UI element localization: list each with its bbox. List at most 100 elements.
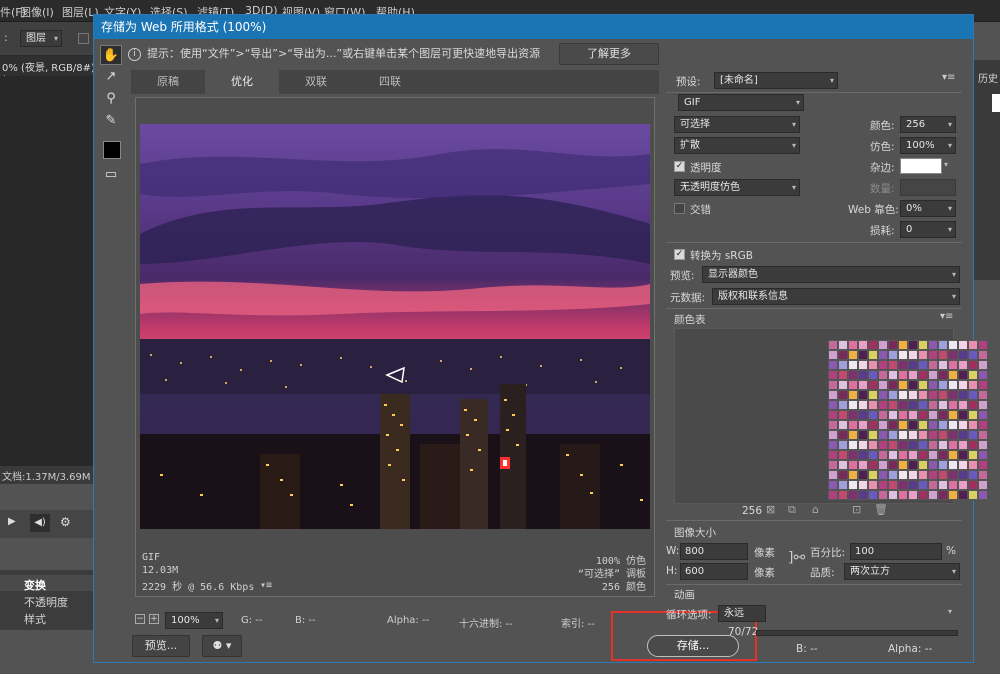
color-swatch[interactable] <box>918 390 928 400</box>
color-swatch[interactable] <box>878 460 888 470</box>
width-input[interactable]: 800 <box>680 543 748 560</box>
color-swatch[interactable] <box>948 340 958 350</box>
color-swatch[interactable] <box>938 440 948 450</box>
color-swatch[interactable] <box>828 480 838 490</box>
color-swatch[interactable] <box>958 340 968 350</box>
color-swatch[interactable] <box>858 390 868 400</box>
color-swatch[interactable] <box>898 460 908 470</box>
color-swatch[interactable] <box>888 490 898 500</box>
color-swatch[interactable] <box>828 400 838 410</box>
color-swatch[interactable] <box>908 360 918 370</box>
color-swatch[interactable] <box>978 350 988 360</box>
color-swatch[interactable] <box>838 380 848 390</box>
color-swatch[interactable] <box>908 420 918 430</box>
color-swatch[interactable] <box>848 450 858 460</box>
color-swatch[interactable] <box>888 380 898 390</box>
quality-select[interactable]: 两次立方 ▾ <box>844 563 960 580</box>
colors-select[interactable]: 256 ▾ <box>900 116 956 133</box>
color-swatch[interactable] <box>918 350 928 360</box>
color-swatch[interactable] <box>898 400 908 410</box>
color-swatch[interactable] <box>968 440 978 450</box>
color-swatch[interactable] <box>858 340 868 350</box>
color-swatch[interactable] <box>938 360 948 370</box>
color-swatch[interactable] <box>908 400 918 410</box>
preview-button[interactable]: 预览... <box>132 635 190 657</box>
play-icon[interactable]: ▶ <box>8 516 16 527</box>
color-swatch[interactable] <box>878 450 888 460</box>
color-swatch[interactable] <box>868 450 878 460</box>
color-swatch[interactable] <box>928 450 938 460</box>
color-swatch[interactable] <box>828 360 838 370</box>
color-swatch[interactable] <box>958 350 968 360</box>
color-swatch[interactable] <box>888 460 898 470</box>
color-swatch[interactable] <box>828 490 838 500</box>
color-swatch[interactable] <box>908 460 918 470</box>
color-swatch[interactable] <box>968 410 978 420</box>
color-swatch[interactable] <box>948 390 958 400</box>
color-swatch[interactable] <box>978 430 988 440</box>
color-swatch[interactable] <box>848 430 858 440</box>
color-swatch[interactable] <box>938 490 948 500</box>
transparency-checkbox[interactable]: ✓ <box>674 161 685 172</box>
color-swatch[interactable] <box>868 390 878 400</box>
color-swatch[interactable] <box>838 340 848 350</box>
color-swatch[interactable] <box>858 370 868 380</box>
color-swatch[interactable] <box>968 420 978 430</box>
color-swatch[interactable] <box>878 390 888 400</box>
color-swatch[interactable] <box>938 340 948 350</box>
color-swatch[interactable] <box>978 370 988 380</box>
color-swatch[interactable] <box>868 490 878 500</box>
color-swatch[interactable] <box>828 410 838 420</box>
color-swatch[interactable] <box>858 400 868 410</box>
color-swatch[interactable] <box>848 460 858 470</box>
color-swatch[interactable] <box>938 400 948 410</box>
color-swatch[interactable] <box>888 360 898 370</box>
menu-item[interactable]: 图像(I) <box>20 4 54 20</box>
color-swatch[interactable] <box>858 360 868 370</box>
color-swatch[interactable] <box>858 480 868 490</box>
color-swatch[interactable] <box>958 490 968 500</box>
color-swatch[interactable] <box>878 470 888 480</box>
color-swatch[interactable] <box>888 430 898 440</box>
color-swatch[interactable] <box>918 410 928 420</box>
color-swatch[interactable] <box>898 410 908 420</box>
color-swatch[interactable] <box>868 440 878 450</box>
color-swatch[interactable] <box>948 370 958 380</box>
color-swatch[interactable] <box>838 350 848 360</box>
color-swatch[interactable] <box>878 340 888 350</box>
color-swatch[interactable] <box>878 440 888 450</box>
convert-srgb-checkbox[interactable]: ✓ <box>674 249 685 260</box>
color-swatch[interactable] <box>958 470 968 480</box>
color-swatch[interactable] <box>888 350 898 360</box>
color-swatch[interactable] <box>898 430 908 440</box>
color-swatch[interactable] <box>968 400 978 410</box>
audio-icon[interactable]: ◀) <box>30 514 50 532</box>
preset-select[interactable]: [未命名] ▾ <box>714 72 838 89</box>
color-swatch[interactable] <box>848 350 858 360</box>
color-swatch[interactable] <box>928 440 938 450</box>
color-swatch[interactable] <box>858 440 868 450</box>
metadata-select[interactable]: 版权和联系信息 ▾ <box>712 288 960 305</box>
color-swatch[interactable] <box>838 450 848 460</box>
dither-algorithm-select[interactable]: 扩散 ▾ <box>674 137 800 154</box>
color-swatch[interactable] <box>828 440 838 450</box>
preview-mode-select[interactable]: 显示器颜色 ▾ <box>702 266 960 283</box>
color-swatch[interactable] <box>958 360 968 370</box>
color-swatch[interactable] <box>938 450 948 460</box>
tab-optimized[interactable]: 优化 <box>205 70 279 94</box>
matte-swatch[interactable] <box>900 158 942 174</box>
interlaced-checkbox[interactable] <box>674 203 685 214</box>
eyedropper-icon[interactable]: ✎ <box>100 111 122 131</box>
color-swatch[interactable] <box>918 470 928 480</box>
color-swatch[interactable] <box>908 430 918 440</box>
color-swatch[interactable] <box>958 400 968 410</box>
dither-input[interactable]: 100% ▾ <box>900 137 956 154</box>
color-swatch[interactable] <box>868 400 878 410</box>
color-swatch[interactable] <box>968 480 978 490</box>
web-shift-icon[interactable]: ⊠ <box>766 503 775 516</box>
loop-dropdown-icon[interactable]: ▾ <box>948 607 952 616</box>
color-swatch[interactable] <box>848 380 858 390</box>
color-swatch[interactable] <box>898 470 908 480</box>
color-swatch[interactable] <box>838 430 848 440</box>
color-swatch[interactable] <box>928 360 938 370</box>
